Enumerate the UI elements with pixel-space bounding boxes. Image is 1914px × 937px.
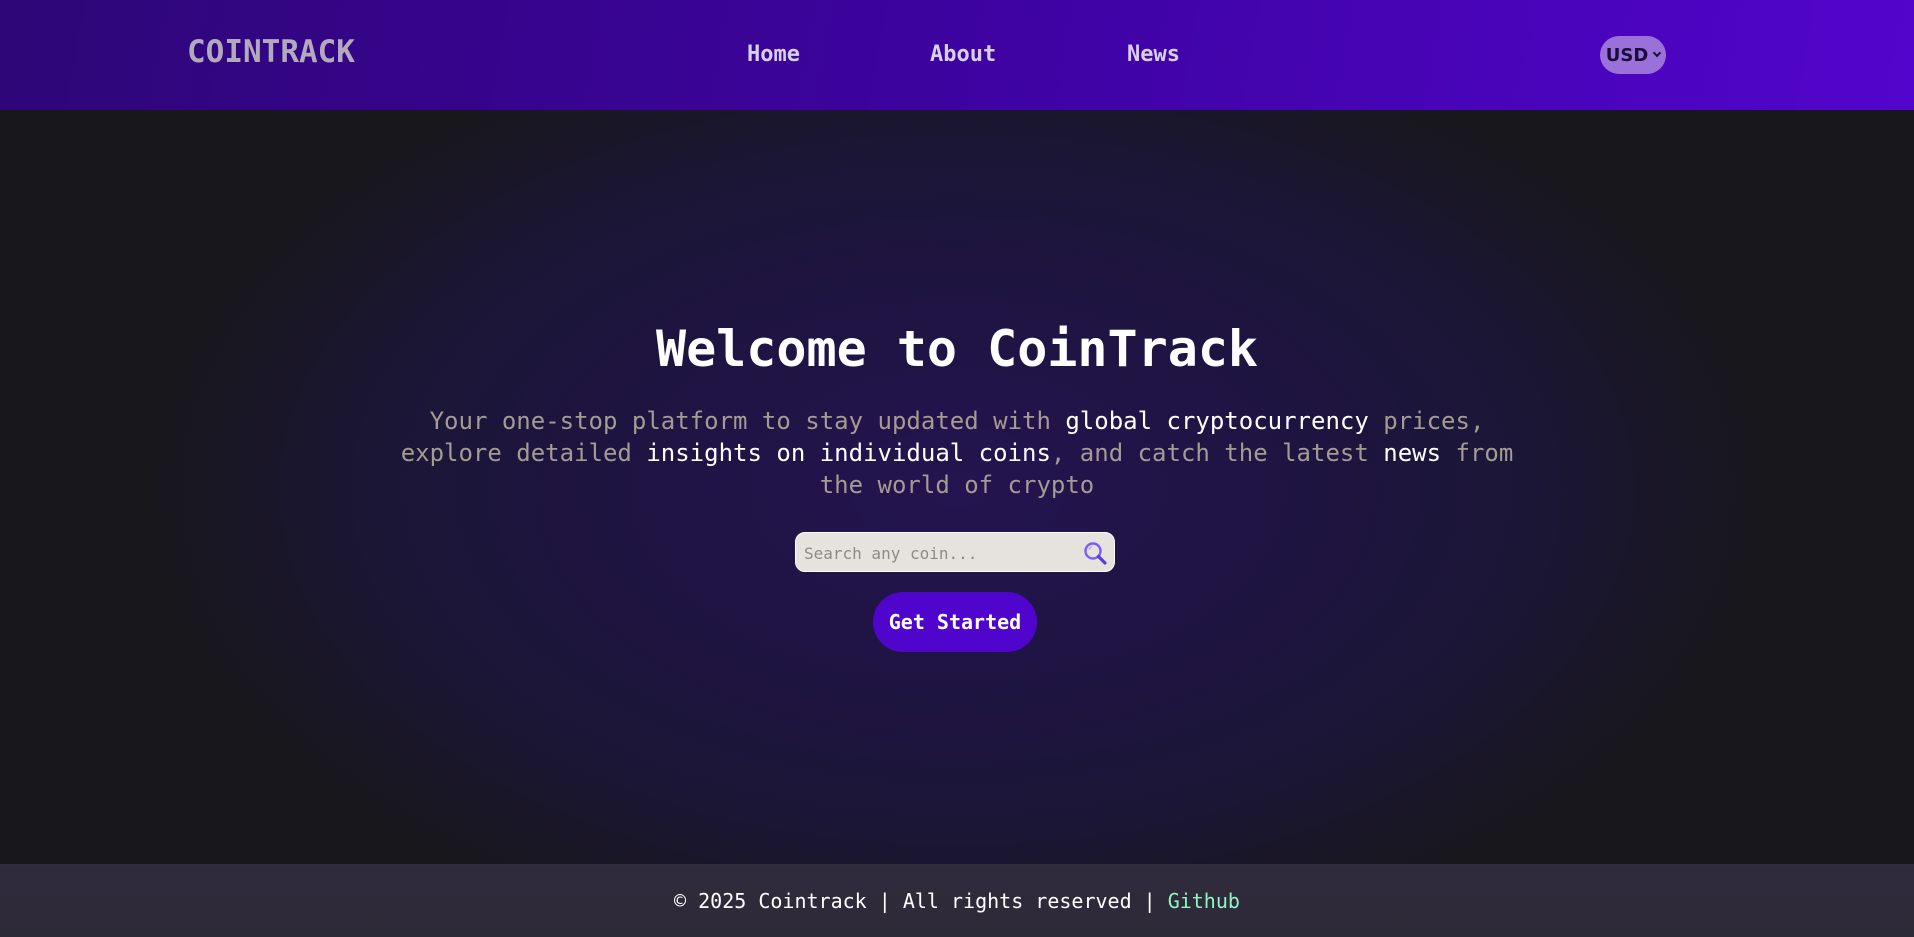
nav-link-news[interactable]: News — [1127, 42, 1180, 67]
coin-search-box — [795, 532, 1115, 572]
currency-selected-value: USD — [1605, 44, 1649, 66]
page-footer: © 2025 Cointrack | All rights reserved |… — [0, 864, 1914, 937]
github-link[interactable]: Github — [1168, 889, 1240, 913]
nav-link-about[interactable]: About — [930, 42, 996, 67]
hero-desc-highlight-2: insights on individual coins — [646, 439, 1051, 467]
top-navbar: COINTRACK Home About News USD — [0, 0, 1914, 110]
search-icon[interactable] — [1082, 540, 1108, 566]
brand-logo[interactable]: COINTRACK — [187, 34, 355, 70]
nav-link-home[interactable]: Home — [747, 42, 800, 67]
page: COINTRACK Home About News USD Welcome to… — [0, 0, 1914, 937]
hero-desc-text-3: , and catch the latest — [1050, 439, 1384, 467]
hero-desc-text-1: Your one-stop platform to stay updated w… — [429, 407, 1066, 435]
hero-desc-highlight-1: global cryptocurrency — [1065, 407, 1369, 435]
coin-search-input[interactable] — [804, 541, 1074, 565]
get-started-button[interactable]: Get Started — [873, 592, 1037, 652]
hero-description: Your one-stop platform to stay updated w… — [390, 405, 1524, 501]
chevron-down-icon — [1653, 48, 1662, 58]
currency-select[interactable]: USD — [1600, 36, 1666, 74]
hero-section: Welcome to CoinTrack Your one-stop platf… — [0, 110, 1914, 864]
hero-desc-highlight-3: news — [1383, 439, 1442, 467]
hero-title: Welcome to CoinTrack — [655, 320, 1259, 378]
footer-copyright: © 2025 Cointrack | All rights reserved | — [674, 888, 1156, 913]
